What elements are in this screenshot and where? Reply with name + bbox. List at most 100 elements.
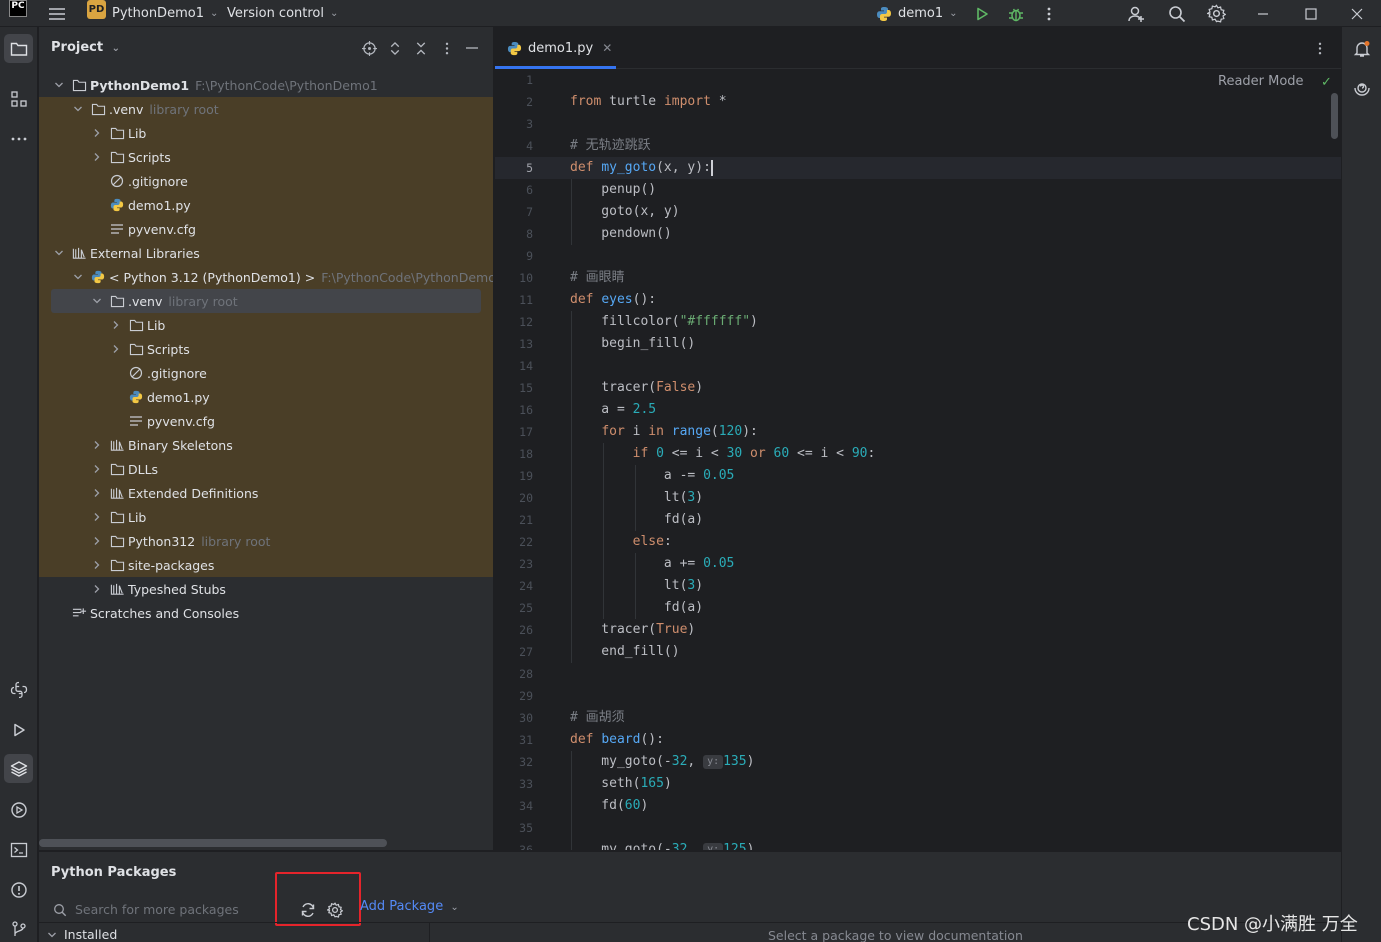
run-tool-button[interactable]	[4, 715, 33, 744]
tree-item[interactable]: Lib	[39, 313, 493, 337]
chevron-down-icon[interactable]	[72, 271, 84, 283]
tree-item[interactable]: demo1.py	[39, 385, 493, 409]
add-package-button[interactable]: Add Package ⌄	[360, 899, 459, 914]
code-line[interactable]: fd(60)	[570, 795, 648, 817]
notifications-button[interactable]	[1347, 34, 1376, 63]
minimize-icon[interactable]	[1257, 0, 1269, 27]
code-line[interactable]: lt(3)	[570, 487, 703, 509]
code-line[interactable]: def beard():	[570, 729, 664, 751]
chevron-right-icon[interactable]	[91, 487, 103, 499]
code-line[interactable]: pendown()	[570, 223, 671, 245]
expand-all-icon[interactable]	[387, 40, 403, 56]
more-actions-icon[interactable]	[1046, 0, 1052, 27]
chevron-down-icon[interactable]	[91, 295, 103, 307]
tree-item[interactable]: pyvenv.cfg	[39, 409, 493, 433]
project-switcher[interactable]: PythonDemo1 ⌄	[112, 0, 218, 27]
code-line[interactable]: goto(x, y)	[570, 201, 679, 223]
tree-item[interactable]: PythonDemo1 F:\PythonCode\PythonDemo1	[39, 73, 493, 97]
locate-icon[interactable]	[361, 40, 377, 56]
search-icon[interactable]	[1168, 0, 1186, 27]
chevron-right-icon[interactable]	[91, 511, 103, 523]
code-line[interactable]: my_goto(-32, y: 135)	[570, 751, 754, 773]
code-line[interactable]: if 0 <= i < 30 or 60 <= i < 90:	[570, 443, 876, 465]
tree-item[interactable]: site-packages	[39, 553, 493, 577]
terminal-tool-button[interactable]	[4, 835, 33, 864]
code-line[interactable]: a = 2.5	[570, 399, 656, 421]
code-line[interactable]: end_fill()	[570, 641, 679, 663]
services-tool-button[interactable]	[4, 795, 33, 824]
run-config-selector[interactable]: demo1 ⌄	[876, 0, 958, 27]
code-line[interactable]: begin_fill()	[570, 333, 695, 355]
code-line[interactable]: a -= 0.05	[570, 465, 734, 487]
structure-tool-button[interactable]	[4, 84, 33, 113]
tree-item[interactable]: Python312 library root	[39, 529, 493, 553]
code-line[interactable]: def eyes():	[570, 289, 656, 311]
chevron-right-icon[interactable]	[91, 151, 103, 163]
collapse-all-icon[interactable]	[413, 40, 429, 56]
code-line[interactable]: my_goto(-32, y: 125)	[570, 839, 754, 850]
code-line[interactable]: a += 0.05	[570, 553, 734, 575]
editor-options-icon[interactable]	[1317, 41, 1323, 56]
settings-gear-icon[interactable]	[1207, 0, 1226, 27]
tree-item[interactable]: .venv library root	[39, 289, 493, 313]
chevron-right-icon[interactable]	[110, 343, 122, 355]
tree-item[interactable]: Scratches and Consoles	[39, 601, 493, 625]
tree-item[interactable]: < Python 3.12 (PythonDemo1) > F:\PythonCo…	[39, 265, 493, 289]
code-line[interactable]: # 画胡须	[570, 707, 625, 729]
code-line[interactable]: lt(3)	[570, 575, 703, 597]
problems-tool-button[interactable]	[4, 875, 33, 904]
code-line[interactable]: # 无轨迹跳跃	[570, 135, 651, 157]
code-line[interactable]: penup()	[570, 179, 656, 201]
chevron-right-icon[interactable]	[91, 127, 103, 139]
chevron-down-icon[interactable]	[72, 103, 84, 115]
maximize-icon[interactable]	[1305, 0, 1317, 27]
project-panel-title[interactable]: Project ⌄	[51, 40, 120, 55]
reader-mode-toggle[interactable]: Reader Mode	[1218, 74, 1304, 89]
code-line[interactable]: fillcolor("#ffffff")	[570, 311, 758, 333]
python-packages-button[interactable]	[4, 754, 33, 783]
vcs-menu[interactable]: Version control ⌄	[227, 0, 338, 27]
code-line[interactable]: from turtle import *	[570, 91, 727, 113]
chevron-right-icon[interactable]	[91, 463, 103, 475]
options-icon[interactable]	[439, 40, 455, 56]
tab-demo1-py[interactable]: demo1.py ✕	[495, 27, 616, 69]
chevron-right-icon[interactable]	[91, 583, 103, 595]
tree-item[interactable]: .venv library root	[39, 97, 493, 121]
tree-item[interactable]: Scripts	[39, 337, 493, 361]
close-tab-icon[interactable]: ✕	[602, 41, 612, 55]
tree-item[interactable]: .gitignore	[39, 169, 493, 193]
tree-item[interactable]: Lib	[39, 505, 493, 529]
code-line[interactable]: tracer(False)	[570, 377, 703, 399]
code-line[interactable]: seth(165)	[570, 773, 671, 795]
chevron-right-icon[interactable]	[110, 319, 122, 331]
code-line[interactable]: # 画眼睛	[570, 267, 625, 289]
tree-item[interactable]: Binary Skeletons	[39, 433, 493, 457]
horizontal-scrollbar[interactable]	[39, 839, 387, 847]
main-menu-icon[interactable]	[48, 0, 66, 27]
hide-panel-icon[interactable]	[464, 40, 480, 56]
run-button[interactable]	[974, 0, 990, 27]
chevron-right-icon[interactable]	[91, 535, 103, 547]
code-line[interactable]: def my_goto(x, y):	[570, 157, 713, 179]
tree-item[interactable]: Typeshed Stubs	[39, 577, 493, 601]
installed-group[interactable]: Installed	[47, 927, 117, 942]
vertical-scrollbar[interactable]	[1331, 93, 1338, 139]
chevron-down-icon[interactable]	[53, 247, 65, 259]
tree-item[interactable]: DLLs	[39, 457, 493, 481]
ai-assistant-button[interactable]	[1347, 73, 1376, 102]
tree-item[interactable]: Extended Definitions	[39, 481, 493, 505]
close-icon[interactable]	[1351, 0, 1363, 27]
tree-item[interactable]: Scripts	[39, 145, 493, 169]
project-tool-button[interactable]	[4, 34, 33, 63]
add-user-icon[interactable]	[1128, 0, 1146, 27]
tree-item[interactable]: Lib	[39, 121, 493, 145]
tree-item[interactable]: pyvenv.cfg	[39, 217, 493, 241]
code-line[interactable]: fd(a)	[570, 509, 703, 531]
git-tool-button[interactable]	[4, 914, 33, 942]
tree-item[interactable]: demo1.py	[39, 193, 493, 217]
code-line[interactable]: tracer(True)	[570, 619, 695, 641]
code-line[interactable]: for i in range(120):	[570, 421, 758, 443]
debug-button[interactable]	[1008, 0, 1024, 27]
chevron-right-icon[interactable]	[91, 439, 103, 451]
code-line[interactable]: fd(a)	[570, 597, 703, 619]
